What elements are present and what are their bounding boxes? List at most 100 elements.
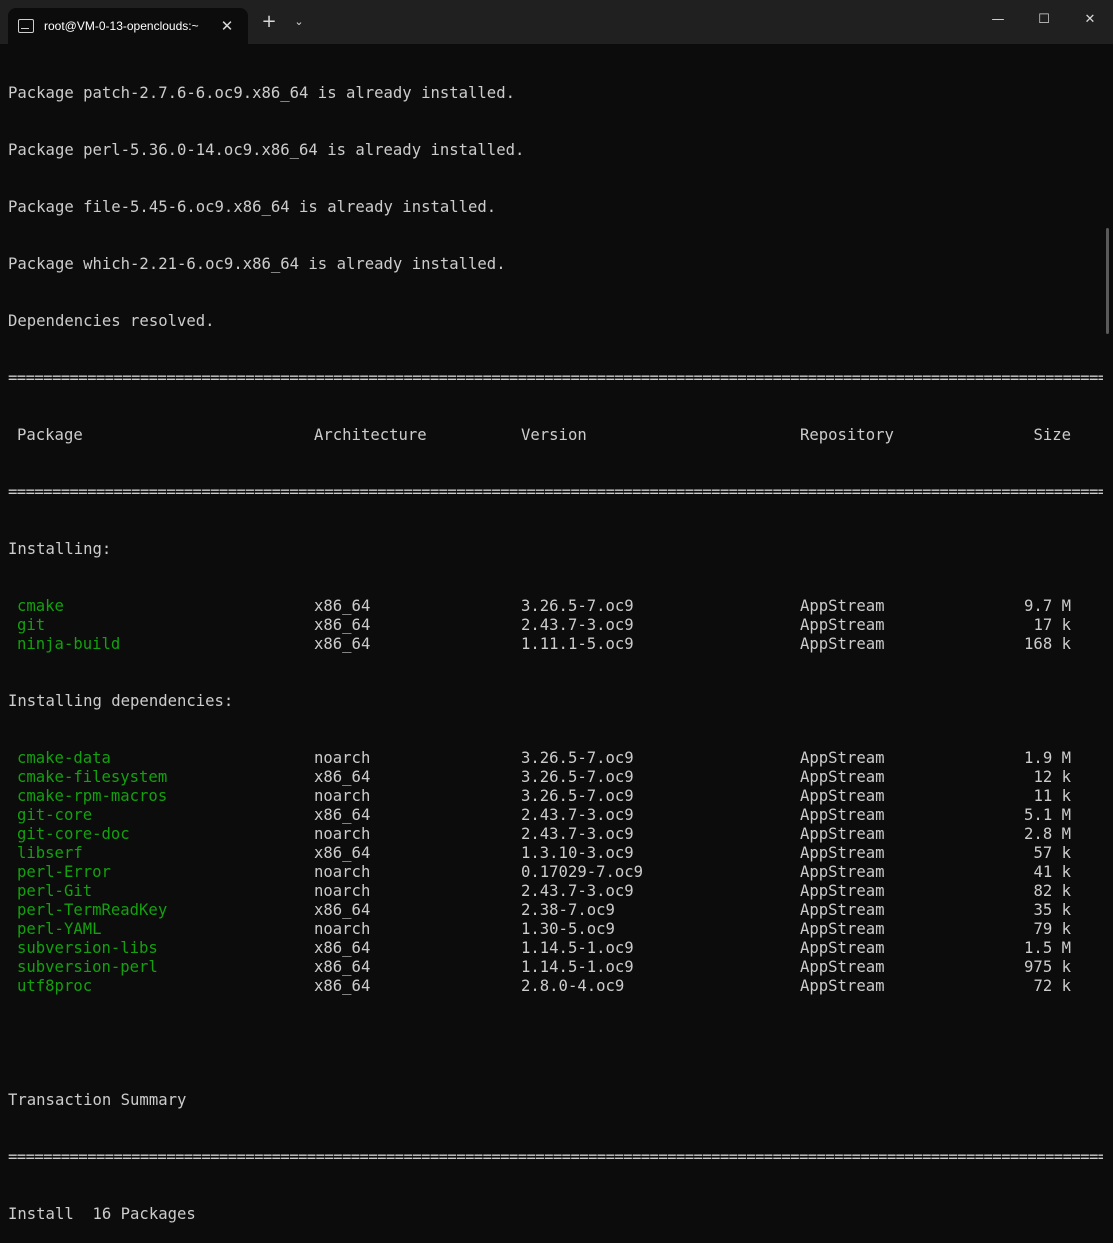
package-name: subversion-perl xyxy=(17,958,158,976)
package-name: perl-YAML xyxy=(17,920,102,938)
table-header: Package Architecture Version Repository … xyxy=(8,426,1103,445)
package-version: 3.26.5-7.oc9 xyxy=(521,597,634,615)
table-row: cmake-filesystem x86_64 3.26.5-7.oc9 AppStr… xyxy=(8,768,1103,787)
table-row: cmake-data noarch 3.26.5-7.oc9 AppStream 1.9… xyxy=(8,749,1103,768)
new-tab-button[interactable]: + xyxy=(256,8,282,36)
package-name: cmake-filesystem xyxy=(17,768,168,786)
package-version: 2.8.0-4.oc9 xyxy=(521,977,625,995)
title-bar: root@VM-0-13-openclouds:~ ✕ + ⌄ — ☐ ✕ xyxy=(0,0,1113,44)
tab-title: root@VM-0-13-openclouds:~ xyxy=(44,19,199,33)
package-arch: x86_64 xyxy=(314,977,371,995)
package-name: subversion-libs xyxy=(17,939,158,957)
table-row: utf8proc x86_64 2.8.0-4.oc9 AppStream 72 k xyxy=(8,977,1103,996)
install-summary: Install 16 Packages xyxy=(8,1205,196,1223)
package-size: 9.7 M xyxy=(1024,597,1071,615)
section-label-dependencies: Installing dependencies: xyxy=(8,692,234,710)
package-repo: AppStream xyxy=(800,939,885,957)
package-name: cmake xyxy=(17,597,64,615)
package-repo: AppStream xyxy=(800,958,885,976)
terminal-tab[interactable]: root@VM-0-13-openclouds:~ ✕ xyxy=(8,8,248,44)
package-name: git-core-doc xyxy=(17,825,130,843)
package-repo: AppStream xyxy=(800,597,885,615)
package-arch: x86_64 xyxy=(314,597,371,615)
package-size: 72 k xyxy=(1033,977,1071,995)
package-repo: AppStream xyxy=(800,901,885,919)
output-line: Dependencies resolved. xyxy=(8,312,215,330)
package-version: 1.11.1-5.oc9 xyxy=(521,635,634,653)
package-name: perl-Error xyxy=(17,863,111,881)
package-repo: AppStream xyxy=(800,768,885,786)
transaction-summary-label: Transaction Summary xyxy=(8,1091,187,1109)
package-version: 3.26.5-7.oc9 xyxy=(521,768,634,786)
package-size: 5.1 M xyxy=(1024,806,1071,824)
package-repo: AppStream xyxy=(800,844,885,862)
minimize-button[interactable]: — xyxy=(975,0,1021,40)
package-arch: noarch xyxy=(314,749,371,767)
package-version: 1.3.10-3.oc9 xyxy=(521,844,634,862)
output-line: Package which-2.21-6.oc9.x86_64 is alrea… xyxy=(8,255,506,273)
package-size: 1.5 M xyxy=(1024,939,1071,957)
table-row: perl-Error noarch 0.17029-7.oc9 AppStream 41… xyxy=(8,863,1103,882)
separator-rule: ========================================… xyxy=(8,483,1103,501)
maximize-button[interactable]: ☐ xyxy=(1021,0,1067,40)
package-repo: AppStream xyxy=(800,977,885,995)
scrollbar-thumb[interactable] xyxy=(1106,228,1109,334)
header-package: Package xyxy=(17,426,83,444)
chevron-down-icon[interactable]: ⌄ xyxy=(286,8,312,36)
package-repo: AppStream xyxy=(800,882,885,900)
table-row: subversion-perl x86_64 1.14.5-1.oc9 AppStre… xyxy=(8,958,1103,977)
package-name: libserf xyxy=(17,844,83,862)
package-repo: AppStream xyxy=(800,635,885,653)
package-name: perl-TermReadKey xyxy=(17,901,168,919)
package-name: cmake-rpm-macros xyxy=(17,787,168,805)
package-size: 168 k xyxy=(1024,635,1071,653)
table-row: perl-TermReadKey x86_64 2.38-7.oc9 AppStrea… xyxy=(8,901,1103,920)
package-arch: x86_64 xyxy=(314,958,371,976)
package-size: 82 k xyxy=(1033,882,1071,900)
separator-rule: ========================================… xyxy=(8,369,1103,387)
header-size: Size xyxy=(1033,426,1071,444)
package-arch: noarch xyxy=(314,882,371,900)
package-repo: AppStream xyxy=(800,825,885,843)
close-window-button[interactable]: ✕ xyxy=(1067,0,1113,40)
table-row: ninja-build x86_64 1.11.1-5.oc9 AppStream 16… xyxy=(8,635,1103,654)
package-name: perl-Git xyxy=(17,882,93,900)
terminal-output[interactable]: Package patch-2.7.6-6.oc9.x86_64 is alre… xyxy=(0,44,1103,1223)
package-repo: AppStream xyxy=(800,787,885,805)
package-version: 0.17029-7.oc9 xyxy=(521,863,644,881)
package-size: 1.9 M xyxy=(1024,749,1071,767)
package-repo: AppStream xyxy=(800,749,885,767)
package-arch: noarch xyxy=(314,920,371,938)
table-row: libserf x86_64 1.3.10-3.oc9 AppStream 57 k xyxy=(8,844,1103,863)
package-size: 2.8 M xyxy=(1024,825,1071,843)
header-repository: Repository xyxy=(800,426,894,444)
package-name: cmake-data xyxy=(17,749,111,767)
package-name: git-core xyxy=(17,806,93,824)
package-version: 2.38-7.oc9 xyxy=(521,901,615,919)
separator-rule: ========================================… xyxy=(8,1148,1103,1166)
package-name: utf8proc xyxy=(17,977,93,995)
package-version: 3.26.5-7.oc9 xyxy=(521,749,634,767)
table-row: cmake x86_64 3.26.5-7.oc9 AppStream 9.7 M xyxy=(8,597,1103,616)
package-version: 3.26.5-7.oc9 xyxy=(521,787,634,805)
close-tab-icon[interactable]: ✕ xyxy=(218,17,236,35)
output-line: Package file-5.45-6.oc9.x86_64 is alread… xyxy=(8,198,497,216)
package-size: 35 k xyxy=(1033,901,1071,919)
package-repo: AppStream xyxy=(800,806,885,824)
package-version: 2.43.7-3.oc9 xyxy=(521,806,634,824)
package-version: 2.43.7-3.oc9 xyxy=(521,825,634,843)
table-row: subversion-libs x86_64 1.14.5-1.oc9 AppStre… xyxy=(8,939,1103,958)
table-row: perl-Git noarch 2.43.7-3.oc9 AppStream 82 k xyxy=(8,882,1103,901)
package-version: 1.14.5-1.oc9 xyxy=(521,958,634,976)
package-size: 12 k xyxy=(1033,768,1071,786)
package-arch: noarch xyxy=(314,825,371,843)
package-arch: noarch xyxy=(314,787,371,805)
package-version: 1.14.5-1.oc9 xyxy=(521,939,634,957)
output-line: Package patch-2.7.6-6.oc9.x86_64 is alre… xyxy=(8,84,515,102)
table-row: perl-YAML noarch 1.30-5.oc9 AppStream 79 k xyxy=(8,920,1103,939)
package-arch: noarch xyxy=(314,863,371,881)
table-row: git-core x86_64 2.43.7-3.oc9 AppStream 5.1 M xyxy=(8,806,1103,825)
header-architecture: Architecture xyxy=(314,426,427,444)
package-size: 975 k xyxy=(1024,958,1071,976)
